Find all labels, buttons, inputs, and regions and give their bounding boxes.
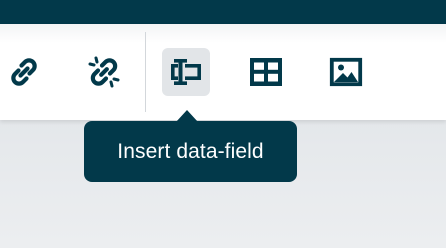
link-button[interactable] [0,48,48,96]
tooltip-text: Insert data-field [117,140,264,163]
image-icon [329,57,363,87]
insert-data-field-button[interactable] [162,48,210,96]
tooltip: Insert data-field [84,121,297,182]
insert-image-button[interactable] [322,48,370,96]
table-icon [249,57,283,87]
unlink-icon [85,53,123,91]
unlink-button[interactable] [80,48,128,96]
link-icon [7,55,41,89]
top-bar [0,0,446,24]
insert-table-button[interactable] [242,48,290,96]
editor-toolbar [0,24,446,120]
data-field-icon [169,57,203,87]
toolbar-separator [145,32,146,112]
